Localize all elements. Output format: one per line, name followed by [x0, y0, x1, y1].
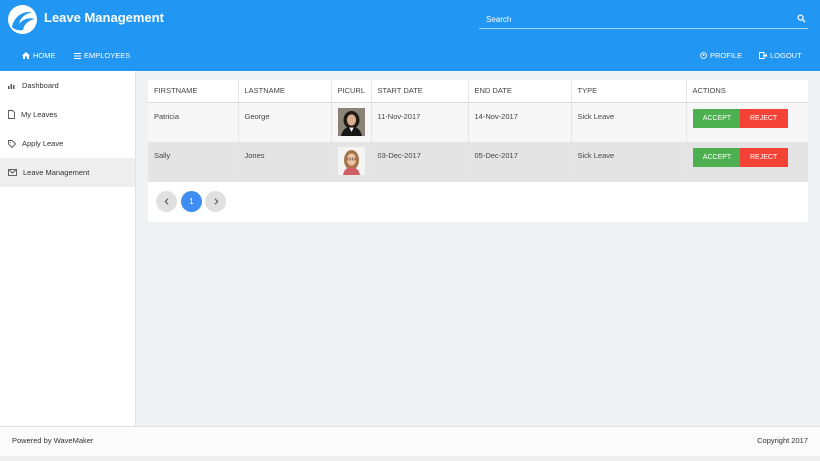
- reject-button[interactable]: REJECT: [739, 148, 788, 167]
- document-icon: [8, 110, 15, 119]
- search-input[interactable]: [479, 10, 779, 28]
- cell-firstname: Sally: [148, 142, 239, 182]
- home-icon: [22, 52, 30, 59]
- column-header-type[interactable]: TYPE: [571, 80, 687, 103]
- bottom-strip: [0, 456, 820, 461]
- app-title: Leave Management: [44, 10, 164, 25]
- table-row[interactable]: Patricia George 11-Nov-2017 14-Nov-2017 …: [148, 102, 808, 142]
- avatar: [337, 147, 365, 175]
- cell-firstname: Patricia: [148, 102, 239, 142]
- leave-requests-table: FIRSTNAME LASTNAME PICURL START DATE END…: [148, 80, 808, 182]
- sidebar-item-apply-leave[interactable]: Apply Leave: [0, 129, 135, 158]
- cell-actions: ACCEPT REJECT: [686, 102, 808, 142]
- nav-home-label: HOME: [33, 51, 56, 60]
- sidebar-item-my-leaves[interactable]: My Leaves: [0, 100, 135, 129]
- cell-actions: ACCEPT REJECT: [686, 142, 808, 182]
- nav-employees[interactable]: EMPLOYEES: [74, 51, 130, 60]
- reject-button[interactable]: REJECT: [739, 108, 788, 128]
- app-logo[interactable]: [8, 5, 37, 34]
- nav-logout[interactable]: LOGOUT: [759, 51, 802, 60]
- footer: Powered by WaveMaker Copyright 2017: [0, 426, 820, 456]
- sidebar-item-label: Dashboard: [22, 81, 59, 90]
- sidebar: Dashboard My Leaves Apply Leave Leave Ma…: [0, 71, 136, 426]
- cell-end-date: 05-Dec-2017: [468, 142, 572, 182]
- chevron-left-icon: [164, 198, 168, 205]
- cell-type: Sick Leave: [571, 142, 687, 182]
- pagination-prev-button[interactable]: [156, 191, 177, 212]
- table-row[interactable]: Sally Jones 03-Dec-2017 05-Dec-2017 Sick…: [148, 142, 808, 182]
- table-header-row: FIRSTNAME LASTNAME PICURL START DATE END…: [148, 80, 808, 103]
- column-header-picurl[interactable]: PICURL: [331, 80, 372, 103]
- nav-profile-label: PROFILE: [710, 51, 743, 60]
- cell-start-date: 11-Nov-2017: [371, 102, 469, 142]
- cell-lastname: George: [238, 102, 332, 142]
- column-header-firstname[interactable]: FIRSTNAME: [148, 80, 239, 103]
- envelope-icon: [8, 169, 17, 176]
- cell-lastname: Jones: [238, 142, 332, 182]
- bar-chart-icon: [8, 84, 15, 89]
- accept-button[interactable]: ACCEPT: [692, 148, 742, 167]
- logout-icon: [759, 52, 767, 59]
- nav-bar: HOME EMPLOYEES PROFILE LOGOUT: [0, 40, 820, 71]
- cell-picurl: [331, 102, 372, 142]
- avatar: [337, 107, 365, 136]
- column-header-start-date[interactable]: START DATE: [371, 80, 469, 103]
- pagination-next-button[interactable]: [205, 191, 226, 212]
- column-header-end-date[interactable]: END DATE: [468, 80, 572, 103]
- user-circle-icon: [700, 52, 707, 59]
- sidebar-item-label: My Leaves: [21, 110, 58, 119]
- cell-type: Sick Leave: [571, 102, 687, 142]
- cell-start-date: 03-Dec-2017: [371, 142, 469, 182]
- accept-button[interactable]: ACCEPT: [692, 108, 742, 128]
- tag-icon: [8, 139, 16, 148]
- column-header-actions: ACTIONS: [686, 80, 808, 103]
- footer-powered-by: Powered by WaveMaker: [12, 436, 94, 445]
- chevron-right-icon: [214, 198, 218, 205]
- nav-profile[interactable]: PROFILE: [700, 51, 742, 60]
- footer-copyright: Copyright 2017: [757, 436, 808, 445]
- cell-picurl: [331, 142, 372, 182]
- search-box: [479, 10, 808, 29]
- sidebar-item-label: Apply Leave: [22, 139, 64, 148]
- sidebar-item-label: Leave Management: [23, 168, 90, 177]
- pagination-page-1[interactable]: 1: [181, 191, 202, 212]
- cell-end-date: 14-Nov-2017: [468, 102, 572, 142]
- sidebar-item-dashboard[interactable]: Dashboard: [0, 71, 135, 100]
- search-icon[interactable]: [797, 14, 806, 23]
- leave-table-card: FIRSTNAME LASTNAME PICURL START DATE END…: [148, 80, 808, 222]
- nav-home[interactable]: HOME: [22, 51, 56, 60]
- list-icon: [74, 52, 81, 59]
- nav-employees-label: EMPLOYEES: [84, 51, 131, 60]
- column-header-lastname[interactable]: LASTNAME: [238, 80, 332, 103]
- sidebar-item-leave-management[interactable]: Leave Management: [0, 158, 135, 187]
- nav-logout-label: LOGOUT: [770, 51, 802, 60]
- app-header: Leave Management: [0, 0, 820, 40]
